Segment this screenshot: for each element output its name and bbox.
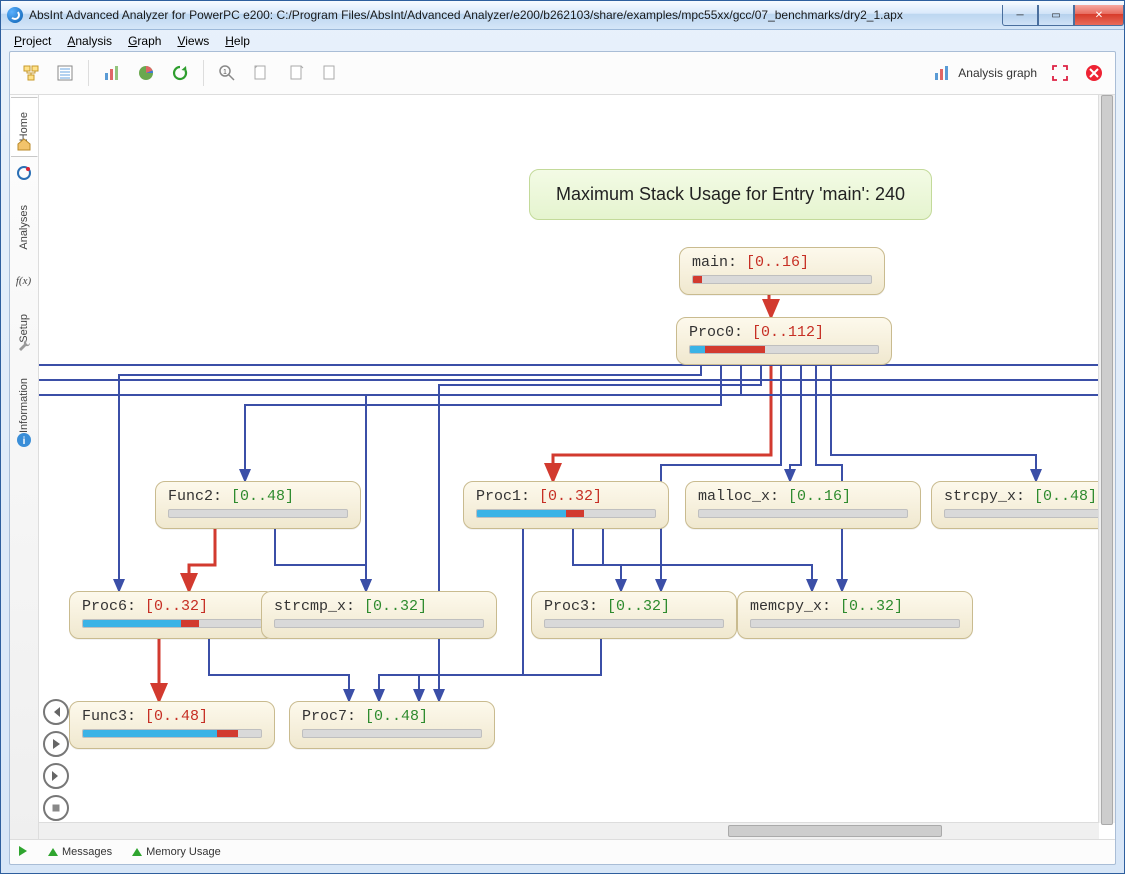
graph-node-func2[interactable]: Func2: [0..48] <box>155 481 361 529</box>
graph-node-proc3[interactable]: Proc3: [0..32] <box>531 591 737 639</box>
side-tab-function[interactable]: f(x) <box>11 265 38 297</box>
triangle-up-icon <box>132 848 142 856</box>
statusbar: Messages Memory Usage <box>10 839 1115 864</box>
toolbar-page-next-button[interactable] <box>280 58 310 88</box>
svg-text:i: i <box>22 436 25 447</box>
absint-logo-icon <box>16 165 32 181</box>
play-step-forward-button[interactable] <box>43 763 69 789</box>
toolbar-fullscreen-button[interactable] <box>1045 58 1075 88</box>
titlebar: AbsInt Advanced Analyzer for PowerPC e20… <box>1 1 1124 30</box>
triangle-up-icon <box>48 848 58 856</box>
home-icon <box>16 136 32 152</box>
toolbar-zoom-reset-button[interactable]: 1 <box>212 58 242 88</box>
toolbar: 1 Analysis graph <box>10 52 1115 95</box>
graph-node-main[interactable]: main: [0..16] <box>679 247 885 295</box>
menu-help[interactable]: Help <box>218 32 257 50</box>
maximize-button[interactable]: ▭ <box>1038 5 1074 26</box>
graph-node-proc6[interactable]: Proc6: [0..32] <box>69 591 275 639</box>
play-button[interactable] <box>43 731 69 757</box>
toolbar-piechart-button[interactable] <box>131 58 161 88</box>
run-indicator[interactable] <box>18 846 28 859</box>
graph-node-proc1[interactable]: Proc1: [0..32] <box>463 481 669 529</box>
graph-node-memcpyx[interactable]: memcpy_x: [0..32] <box>737 591 973 639</box>
menu-graph[interactable]: Graph <box>121 32 168 50</box>
toolbar-page-prev-button[interactable] <box>246 58 276 88</box>
status-memory-usage[interactable]: Memory Usage <box>132 846 221 858</box>
app-icon <box>7 7 23 23</box>
side-tab-setup[interactable]: Setup <box>11 297 38 359</box>
menubar: Project Analysis Graph Views Help <box>1 30 1124 52</box>
horizontal-scrollbar[interactable] <box>39 822 1099 839</box>
graph-viewport[interactable]: Maximum Stack Usage for Entry 'main': 24… <box>39 95 1115 839</box>
playback-controls <box>43 699 67 821</box>
graph-node-func3[interactable]: Func3: [0..48] <box>69 701 275 749</box>
stack-usage-banner: Maximum Stack Usage for Entry 'main': 24… <box>529 169 932 220</box>
toolbar-page-blank-button[interactable] <box>314 58 344 88</box>
graph-node-proc0[interactable]: Proc0: [0..112] <box>676 317 892 365</box>
wrench-icon <box>16 338 32 354</box>
graph-node-proc7[interactable]: Proc7: [0..48] <box>289 701 495 749</box>
graph-node-strcpyx[interactable]: strcpy_x: [0..48] <box>931 481 1099 529</box>
toolbar-close-button[interactable] <box>1079 58 1109 88</box>
svg-text:1: 1 <box>223 69 227 76</box>
side-tab-home[interactable]: Home <box>11 97 38 157</box>
side-tab-information[interactable]: Information i <box>11 359 38 453</box>
function-icon: f(x) <box>16 275 31 287</box>
info-icon: i <box>16 432 32 448</box>
graph-node-strcmpx[interactable]: strcmp_x: [0..32] <box>261 591 497 639</box>
window-title: AbsInt Advanced Analyzer for PowerPC e20… <box>29 8 1002 22</box>
status-messages[interactable]: Messages <box>48 846 112 858</box>
menu-views[interactable]: Views <box>170 32 216 50</box>
window-close-button[interactable]: ✕ <box>1074 5 1124 26</box>
menu-analysis[interactable]: Analysis <box>60 32 119 50</box>
menu-project[interactable]: Project <box>7 32 58 50</box>
side-tab-analyses[interactable]: Analyses <box>11 189 38 265</box>
side-tab-logo[interactable] <box>11 157 38 189</box>
side-tab-strip: Home Analyses f(x) Setup Information i <box>10 95 39 839</box>
vertical-scrollbar[interactable] <box>1098 95 1115 823</box>
analysis-graph-indicator[interactable]: Analysis graph <box>932 63 1037 83</box>
play-step-back-button[interactable] <box>43 699 69 725</box>
toolbar-list-button[interactable] <box>50 58 80 88</box>
toolbar-flowchart-button[interactable] <box>16 58 46 88</box>
minimize-button[interactable]: ─ <box>1002 5 1038 26</box>
toolbar-refresh-button[interactable] <box>165 58 195 88</box>
toolbar-barchart-button[interactable] <box>97 58 127 88</box>
stop-button[interactable] <box>43 795 69 821</box>
analysis-graph-label: Analysis graph <box>958 66 1037 80</box>
barchart-icon <box>932 63 952 83</box>
graph-node-mallocx[interactable]: malloc_x: [0..16] <box>685 481 921 529</box>
